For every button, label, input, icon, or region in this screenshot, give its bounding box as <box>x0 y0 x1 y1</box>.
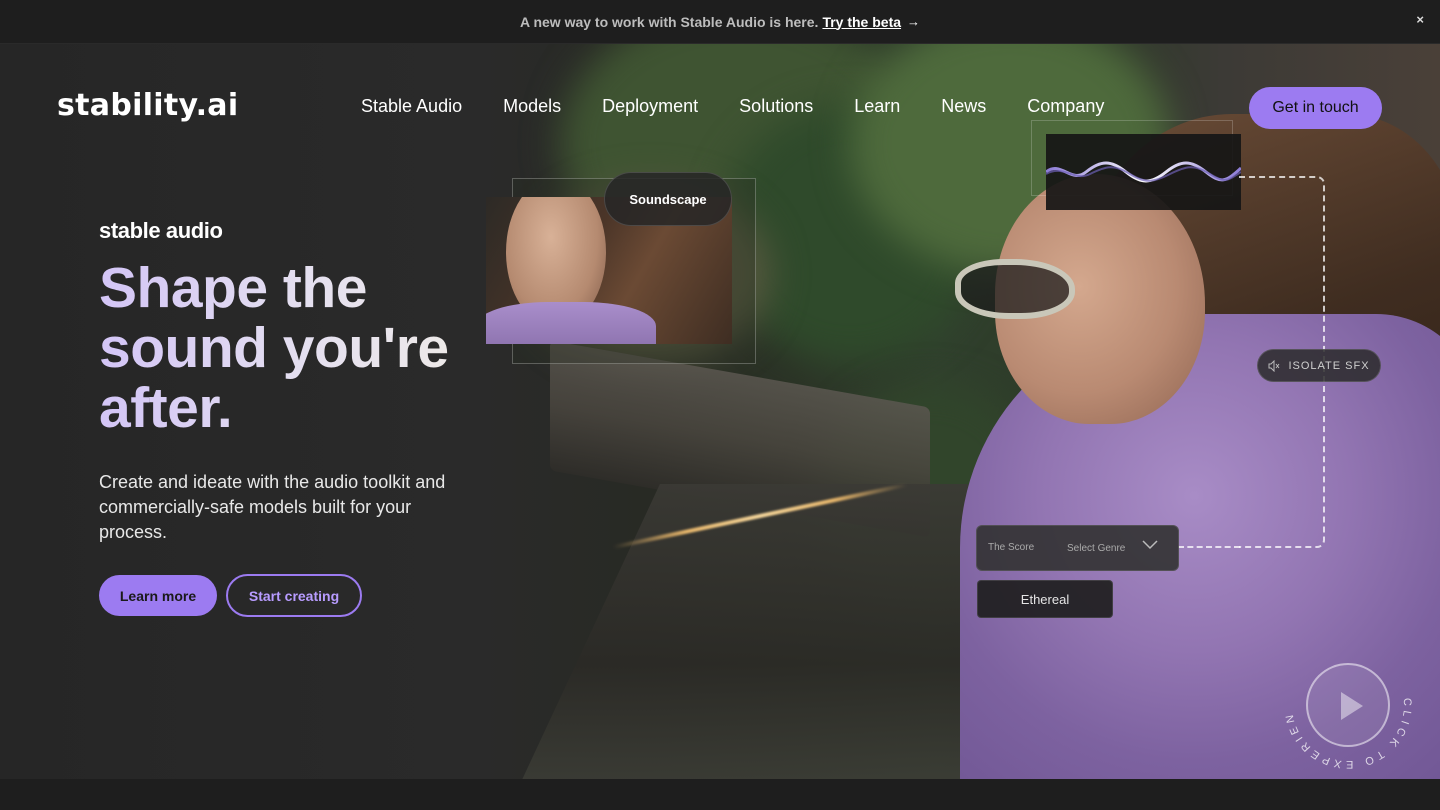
speaker-muted-icon <box>1268 359 1280 372</box>
nav-item-company[interactable]: Company <box>1027 96 1104 117</box>
chevron-down-icon[interactable] <box>1141 538 1159 550</box>
isolate-sfx-label: ISOLATE SFX <box>1288 359 1370 372</box>
nav-item-news[interactable]: News <box>941 96 986 117</box>
genre-selector[interactable]: The Score Select Genre <box>976 525 1179 571</box>
waveform-graphic <box>1045 161 1243 183</box>
nav-item-models[interactable]: Models <box>503 96 561 117</box>
play-icon[interactable] <box>1341 692 1363 720</box>
nav-item-learn[interactable]: Learn <box>854 96 900 117</box>
logo[interactable]: stability.ai <box>57 88 238 123</box>
arrow-right-icon: → <box>907 14 921 29</box>
hero-headline: Shape the sound you're after. <box>99 258 499 438</box>
start-creating-button[interactable]: Start creating <box>226 574 362 617</box>
waveform-panel <box>1045 134 1243 210</box>
click-to-experience-sound-button[interactable]: CLICK TO EXPERIENCE SOUND <box>1274 628 1416 773</box>
soundscape-pill[interactable]: Soundscape <box>604 172 732 226</box>
sunglasses <box>955 259 1075 319</box>
page-bottom-band <box>0 779 1440 810</box>
nav-item-stable-audio[interactable]: Stable Audio <box>361 96 462 117</box>
nav-menu: Stable Audio Models Deployment Solutions… <box>361 96 1145 117</box>
nav-item-solutions[interactable]: Solutions <box>739 96 813 117</box>
get-in-touch-button[interactable]: Get in touch <box>1249 87 1382 129</box>
score-label: The Score <box>988 542 1035 553</box>
isolate-sfx-button[interactable]: ISOLATE SFX <box>1257 349 1381 382</box>
announcement-banner: A new way to work with Stable Audio is h… <box>0 0 1440 44</box>
try-beta-link[interactable]: Try the beta <box>822 14 901 30</box>
genre-option-ethereal[interactable]: Ethereal <box>977 580 1113 618</box>
connector-dashed-line-bottom <box>1178 546 1240 548</box>
hero-subtitle: Create and ideate with the audio toolkit… <box>99 472 446 542</box>
genre-select-placeholder[interactable]: Select Genre <box>1067 543 1125 554</box>
nav-item-deployment[interactable]: Deployment <box>602 96 698 117</box>
learn-more-button[interactable]: Learn more <box>99 575 217 616</box>
banner-message: A new way to work with Stable Audio is h… <box>519 13 819 30</box>
close-icon[interactable]: × <box>1416 12 1424 27</box>
product-brand: stable audio <box>99 218 223 243</box>
